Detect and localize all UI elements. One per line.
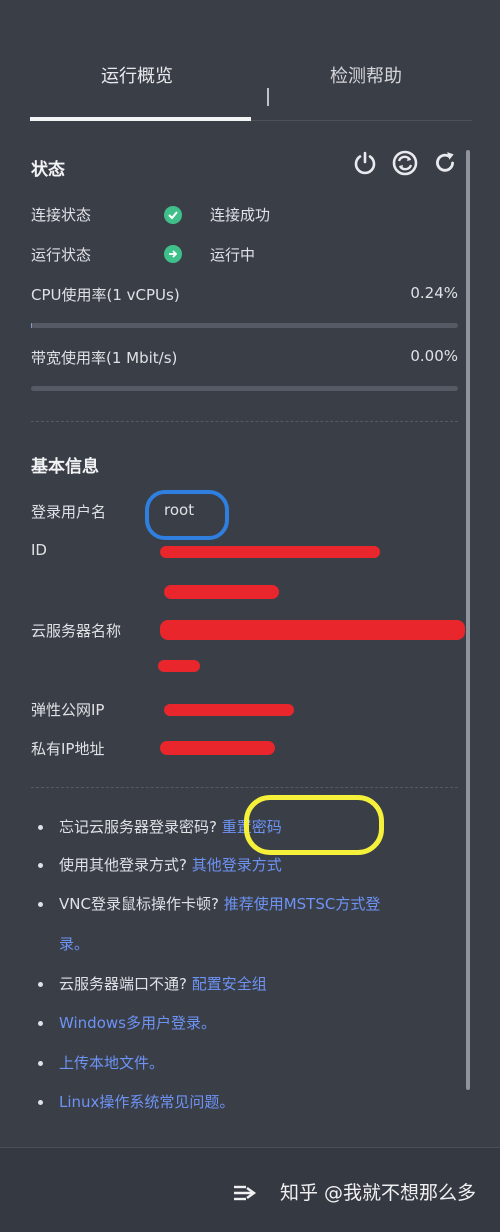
bandwidth-usage-label: 带宽使用率(1 Mbit/s)	[31, 349, 178, 367]
bullet-dot	[38, 902, 43, 907]
windows-multiuser-link[interactable]: Windows多用户登录。	[59, 1014, 216, 1032]
active-tab-indicator	[30, 117, 251, 121]
security-group-link[interactable]: 配置安全组	[192, 975, 267, 993]
mstsc-login-link-continued[interactable]: 录。	[59, 935, 89, 953]
watermark: 知乎 @我就不想那么多	[280, 1182, 477, 1204]
help-question: 使用其他登录方式?	[59, 856, 187, 874]
redaction-mark	[160, 620, 465, 640]
bullet-dot	[38, 1021, 43, 1026]
basic-info-title: 基本信息	[31, 457, 99, 477]
help-question: 忘记云服务器登录密码?	[59, 818, 217, 836]
tab-divider	[267, 88, 269, 106]
footer-bar: 知乎 @我就不想那么多	[0, 1147, 500, 1232]
restart-icon[interactable]	[392, 150, 418, 176]
bullet-dot	[38, 982, 43, 987]
status-title: 状态	[31, 160, 65, 180]
tab-bar: 运行概览 检测帮助	[30, 40, 472, 121]
other-login-link[interactable]: 其他登录方式	[192, 856, 282, 874]
collapse-arrow-icon[interactable]	[232, 1183, 258, 1203]
connection-status-label: 连接状态	[31, 206, 92, 224]
yellow-annotation-circle	[244, 795, 384, 855]
bullet-dot	[38, 825, 43, 830]
check-circle-icon	[164, 206, 182, 224]
cpu-usage-label: CPU使用率(1 vCPUs)	[31, 286, 180, 304]
remote-login-side-panel: 运行概览 检测帮助 状态 连接状态 连接成功 运行状态 运行中 CPU使用率(1…	[0, 0, 500, 1232]
run-status-value: 运行中	[210, 246, 256, 264]
blue-annotation-circle	[145, 490, 229, 540]
redaction-mark	[160, 546, 380, 558]
redaction-mark	[160, 741, 275, 755]
section-divider	[31, 787, 458, 788]
redaction-mark	[164, 704, 294, 716]
help-question: 云服务器端口不通?	[59, 975, 187, 993]
cpu-usage-bar	[31, 323, 458, 328]
bandwidth-usage-bar	[31, 386, 458, 391]
private-ip-label: 私有IP地址	[31, 740, 105, 758]
linux-faq-link[interactable]: Linux操作系统常见问题。	[59, 1093, 234, 1111]
bullet-dot	[38, 1061, 43, 1066]
section-divider	[31, 421, 458, 422]
bullet-dot	[38, 1100, 43, 1105]
mstsc-login-link[interactable]: 推荐使用MSTSC方式登	[224, 895, 381, 913]
bandwidth-usage-value: 0.00%	[410, 347, 458, 365]
redaction-mark	[164, 585, 279, 599]
server-name-label: 云服务器名称	[31, 622, 122, 640]
tab-overview[interactable]: 运行概览	[101, 62, 173, 88]
run-status-label: 运行状态	[31, 246, 92, 264]
upload-file-link[interactable]: 上传本地文件。	[59, 1054, 164, 1072]
cpu-usage-value: 0.24%	[410, 284, 458, 302]
refresh-icon[interactable]	[432, 150, 456, 174]
tab-help[interactable]: 检测帮助	[330, 62, 402, 88]
id-label: ID	[31, 541, 47, 559]
username-label: 登录用户名	[31, 503, 107, 521]
power-icon[interactable]	[352, 150, 378, 176]
running-arrow-icon	[164, 245, 182, 263]
redaction-mark	[158, 660, 200, 672]
help-question: VNC登录鼠标操作卡顿?	[59, 895, 219, 913]
scrollbar[interactable]	[466, 150, 470, 1090]
connection-status-value: 连接成功	[210, 206, 271, 224]
bullet-dot	[38, 863, 43, 868]
public-ip-label: 弹性公网IP	[31, 701, 105, 719]
cpu-usage-bar-fill	[31, 323, 33, 328]
